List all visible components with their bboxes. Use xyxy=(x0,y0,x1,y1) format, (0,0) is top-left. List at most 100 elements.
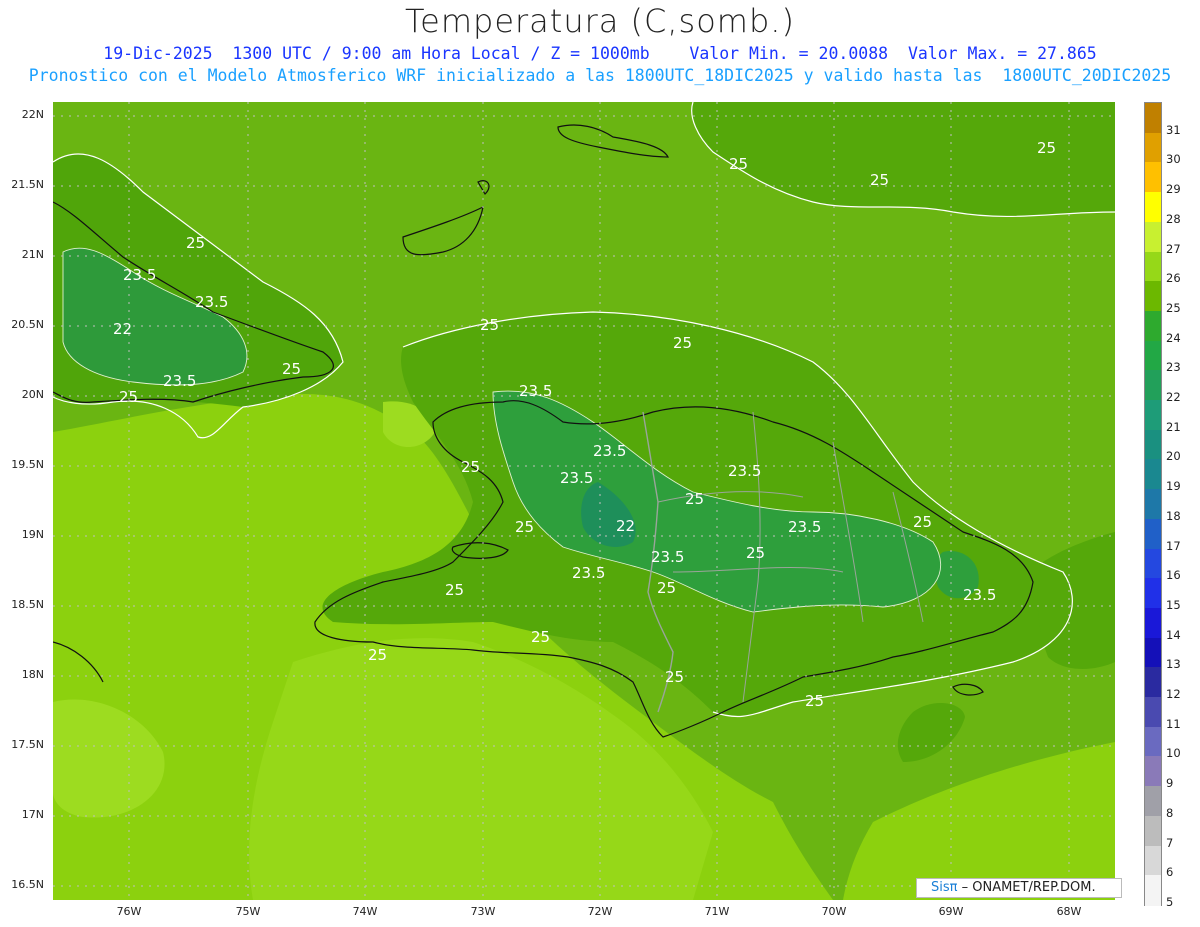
legend-value-label: 6 xyxy=(1166,865,1174,880)
legend-swatch xyxy=(1145,489,1161,520)
legend-value-label: 19 xyxy=(1166,479,1181,494)
contour-label: 23.5 xyxy=(123,266,156,284)
legend-swatch xyxy=(1145,875,1161,906)
legend-swatch xyxy=(1145,667,1161,698)
legend-swatch xyxy=(1145,340,1161,371)
contour-label: 25 xyxy=(461,458,480,476)
contour-label: 23.5 xyxy=(728,462,761,480)
longitude-label: 76W xyxy=(116,905,142,918)
legend-swatch xyxy=(1145,459,1161,490)
contour-label: 22 xyxy=(113,320,132,338)
sis-logo-text: Sisπ xyxy=(931,880,958,895)
latitude-label: 19.5N xyxy=(11,458,44,471)
legend-swatch xyxy=(1145,162,1161,193)
latitude-label: 22N xyxy=(21,108,44,121)
legend-value-label: 7 xyxy=(1166,835,1174,850)
contour-label: 25 xyxy=(870,171,889,189)
contour-label: 25 xyxy=(1037,139,1056,157)
latitude-label: 18N xyxy=(21,668,44,681)
legend-value-label: 21 xyxy=(1166,419,1181,434)
contour-label: 25 xyxy=(913,513,932,531)
valid-time-line: 19-Dic-2025 1300 UTC / 9:00 am Hora Loca… xyxy=(103,44,1097,63)
contour-label: 23.5 xyxy=(163,372,196,390)
legend-swatch xyxy=(1145,310,1161,342)
legend-value-label: 30 xyxy=(1166,152,1181,167)
latitude-label: 21N xyxy=(21,248,44,261)
legend-swatch xyxy=(1145,400,1161,431)
legend-value-label: 5 xyxy=(1166,895,1174,909)
contour-label: 25 xyxy=(685,490,704,508)
legend-value-label: 11 xyxy=(1166,716,1181,731)
contour-label: 23.5 xyxy=(519,382,552,400)
contour-label: 25 xyxy=(531,628,550,646)
legend-value-label: 28 xyxy=(1166,211,1181,226)
contour-label: 22 xyxy=(616,517,635,535)
legend-value-label: 16 xyxy=(1166,568,1181,583)
latitude-label: 16.5N xyxy=(11,878,44,891)
color-legend xyxy=(1144,102,1162,906)
legend-swatch xyxy=(1145,518,1161,550)
latitude-label: 20.5N xyxy=(11,318,44,331)
latitude-label: 17.5N xyxy=(11,738,44,751)
contour-label: 23.5 xyxy=(195,293,228,311)
contour-label: 25 xyxy=(368,646,387,664)
legend-swatch xyxy=(1145,845,1161,876)
legend-value-label: 29 xyxy=(1166,182,1181,197)
contour-label: 25 xyxy=(729,155,748,173)
credit-box: Sisπ – ONAMET/REP.DOM. xyxy=(916,878,1122,898)
latitude-label: 19N xyxy=(21,528,44,541)
legend-value-label: 9 xyxy=(1166,776,1174,791)
legend-swatch xyxy=(1145,192,1161,223)
legend-value-label: 15 xyxy=(1166,597,1181,612)
latitude-label: 17N xyxy=(21,808,44,821)
contour-label: 25 xyxy=(515,518,534,536)
longitude-label: 70W xyxy=(821,905,847,918)
legend-swatch xyxy=(1145,697,1161,728)
longitude-label: 75W xyxy=(235,905,261,918)
legend-value-label: 13 xyxy=(1166,657,1181,672)
contour-label: 25 xyxy=(657,579,676,597)
contour-label: 23.5 xyxy=(560,469,593,487)
contour-label: 23.5 xyxy=(963,586,996,604)
legend-value-label: 8 xyxy=(1166,805,1174,820)
legend-swatch xyxy=(1145,726,1161,758)
legend-value-label: 14 xyxy=(1166,627,1181,642)
longitude-label: 69W xyxy=(938,905,964,918)
legend-swatch xyxy=(1145,815,1161,847)
legend-value-label: 10 xyxy=(1166,746,1181,761)
legend-value-label: 25 xyxy=(1166,300,1181,315)
contour-label: 25 xyxy=(186,234,205,252)
contour-label: 23.5 xyxy=(651,548,684,566)
latitude-label: 21.5N xyxy=(11,178,44,191)
legend-value-label: 24 xyxy=(1166,330,1181,345)
legend-value-label: 27 xyxy=(1166,241,1181,256)
legend-value-label: 26 xyxy=(1166,271,1181,286)
model-info-line: Pronostico con el Modelo Atmosferico WRF… xyxy=(28,66,1172,85)
legend-swatch xyxy=(1145,607,1161,639)
legend-swatch xyxy=(1145,756,1161,787)
legend-value-label: 17 xyxy=(1166,538,1181,553)
contour-label: 25 xyxy=(665,668,684,686)
legend-swatch xyxy=(1145,786,1161,817)
legend-swatch xyxy=(1145,429,1161,461)
contour-label: 25 xyxy=(805,692,824,710)
legend-value-label: 22 xyxy=(1166,390,1181,405)
legend-swatch xyxy=(1145,221,1161,253)
legend-swatch xyxy=(1145,548,1161,579)
longitude-label: 73W xyxy=(470,905,496,918)
temperature-map: 25 25 25 25 25 25 23.5 23.5 23.5 22 25 2… xyxy=(53,102,1115,900)
contour-label: 25 xyxy=(673,334,692,352)
contour-label: 25 xyxy=(480,316,499,334)
legend-swatch xyxy=(1145,370,1161,401)
contour-label: 25 xyxy=(282,360,301,378)
contour-label: 23.5 xyxy=(572,564,605,582)
longitude-label: 72W xyxy=(587,905,613,918)
legend-value-label: 20 xyxy=(1166,449,1181,464)
latitude-label: 20N xyxy=(21,388,44,401)
latitude-label: 18.5N xyxy=(11,598,44,611)
longitude-label: 68W xyxy=(1056,905,1082,918)
legend-swatch xyxy=(1145,251,1161,282)
legend-value-label: 18 xyxy=(1166,508,1181,523)
credit-text: – ONAMET/REP.DOM. xyxy=(957,880,1096,895)
map-title: Temperatura (C,somb.) xyxy=(405,2,795,40)
